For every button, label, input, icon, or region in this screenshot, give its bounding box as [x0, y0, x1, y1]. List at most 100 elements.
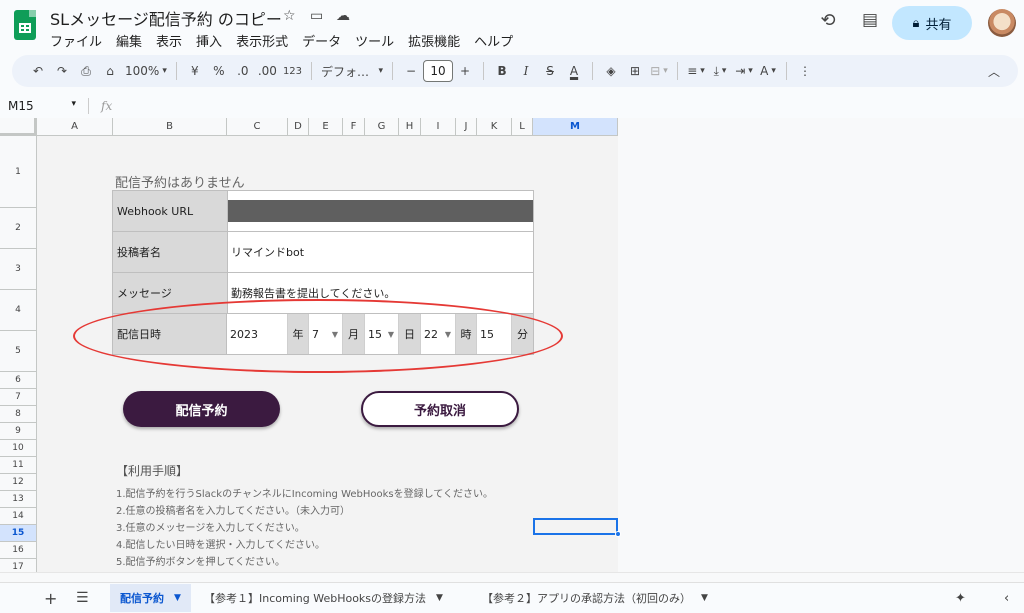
cell-reference: M15	[8, 99, 34, 113]
row-header-1[interactable]: 1	[0, 136, 37, 208]
menu-file[interactable]: ファイル	[50, 31, 102, 50]
column-header-m[interactable]: M	[533, 118, 618, 136]
column-header-a[interactable]: A	[37, 118, 113, 136]
menu-edit[interactable]: 編集	[116, 31, 142, 50]
reserve-button[interactable]: 配信予約	[123, 391, 280, 427]
row-header-13[interactable]: 13	[0, 491, 37, 508]
redo-icon[interactable]: ↷	[50, 59, 74, 83]
borders-icon[interactable]: ⊞	[623, 59, 647, 83]
paint-format-icon[interactable]: ⌂	[98, 59, 122, 83]
more-options-icon[interactable]: ⋮	[793, 59, 817, 83]
italic-button[interactable]: I	[514, 59, 538, 83]
row-header-3[interactable]: 3	[0, 249, 37, 290]
horizontal-scrollbar[interactable]	[0, 572, 1024, 582]
column-header-l[interactable]: L	[512, 118, 533, 136]
tab-reservation[interactable]: 配信予約 ▼	[110, 584, 191, 612]
text-rotation-icon[interactable]: A	[756, 59, 780, 83]
vertical-align-icon[interactable]: ⤓	[708, 59, 732, 83]
row-header-6[interactable]: 6	[0, 372, 37, 389]
share-button[interactable]: 🔒︎ 共有	[892, 6, 972, 40]
font-size-input[interactable]: 10	[423, 60, 454, 82]
fill-color-icon[interactable]: ◈	[599, 59, 623, 83]
row-header-11[interactable]: 11	[0, 457, 37, 474]
merge-cells-icon[interactable]: ⊟	[647, 59, 671, 83]
column-header-c[interactable]: C	[227, 118, 288, 136]
webhook-url-field[interactable]	[228, 200, 533, 222]
tab-reference-2[interactable]: 【参考２】アプリの承認方法（初回のみ） ▼	[472, 584, 718, 612]
explore-icon[interactable]: ✦	[955, 591, 966, 606]
decrease-decimal-button[interactable]: .0	[231, 59, 255, 83]
formula-input[interactable]	[112, 94, 1024, 118]
sheets-logo-icon[interactable]	[14, 10, 36, 40]
font-size-decrease-button[interactable]: −	[399, 59, 423, 83]
number-format-button[interactable]: 123	[280, 59, 305, 83]
text-color-button[interactable]: A	[562, 59, 586, 83]
menu-extensions[interactable]: 拡張機能	[408, 31, 460, 50]
column-header-i[interactable]: I	[421, 118, 456, 136]
instruction-step: 4.配信したい日時を選択・入力してください。	[116, 540, 325, 551]
name-box[interactable]: M15 ▾	[0, 99, 82, 113]
column-header-g[interactable]: G	[365, 118, 399, 136]
menu-insert[interactable]: 挿入	[196, 31, 222, 50]
selected-cell-m15[interactable]	[533, 518, 618, 535]
avatar[interactable]	[988, 9, 1016, 37]
divider	[392, 62, 394, 80]
row-header-15[interactable]: 15	[0, 525, 37, 542]
poster-label: 投稿者名	[113, 232, 228, 272]
currency-format-button[interactable]: ¥	[183, 59, 207, 83]
column-header-b[interactable]: B	[113, 118, 227, 136]
row-header-16[interactable]: 16	[0, 542, 37, 559]
select-all-corner[interactable]	[0, 118, 37, 136]
print-icon[interactable]: ⎙	[74, 59, 98, 83]
lock-icon: 🔒︎	[912, 15, 920, 31]
menu-help[interactable]: ヘルプ	[474, 31, 513, 50]
row-header-14[interactable]: 14	[0, 508, 37, 525]
divider	[483, 62, 485, 80]
menu-data[interactable]: データ	[302, 31, 341, 50]
move-folder-icon[interactable]: ▭	[310, 8, 323, 24]
fill-handle[interactable]	[615, 531, 621, 537]
menu-format[interactable]: 表示形式	[236, 31, 288, 50]
spreadsheet-grid[interactable]: A B C D E F G H I J K L M 1 2 3 4 5 6 7 …	[0, 118, 1024, 582]
row-header-7[interactable]: 7	[0, 389, 37, 406]
row-header-2[interactable]: 2	[0, 208, 37, 249]
row-header-10[interactable]: 10	[0, 440, 37, 457]
column-header-e[interactable]: E	[309, 118, 343, 136]
row-header-8[interactable]: 8	[0, 406, 37, 423]
share-label: 共有	[925, 17, 952, 33]
row-header-12[interactable]: 12	[0, 474, 37, 491]
column-header-f[interactable]: F	[343, 118, 365, 136]
increase-decimal-button[interactable]: .00	[255, 59, 280, 83]
undo-icon[interactable]: ↶	[26, 59, 50, 83]
tab-reference-1[interactable]: 【参考１】Incoming WebHooksの登録方法 ▼	[194, 584, 453, 612]
cloud-saved-icon[interactable]: ☁	[336, 8, 350, 24]
zoom-select[interactable]: 100%	[122, 59, 170, 83]
row-header-9[interactable]: 9	[0, 423, 37, 440]
chevron-left-icon[interactable]: ‹	[1004, 591, 1009, 606]
column-header-k[interactable]: K	[477, 118, 512, 136]
all-sheets-icon[interactable]: ☰	[76, 590, 89, 606]
menu-tools[interactable]: ツール	[355, 31, 394, 50]
cancel-reservation-button[interactable]: 予約取消	[361, 391, 519, 427]
text-wrap-icon[interactable]: ⇥	[732, 59, 756, 83]
bold-button[interactable]: B	[490, 59, 514, 83]
percent-format-button[interactable]: %	[207, 59, 231, 83]
horizontal-align-icon[interactable]: ≡	[684, 59, 708, 83]
menu-view[interactable]: 表示	[156, 31, 182, 50]
strikethrough-button[interactable]: S	[538, 59, 562, 83]
font-size-increase-button[interactable]: +	[453, 59, 477, 83]
add-sheet-icon[interactable]: +	[44, 589, 57, 608]
column-header-j[interactable]: J	[456, 118, 477, 136]
column-header-h[interactable]: H	[399, 118, 421, 136]
column-header-d[interactable]: D	[288, 118, 309, 136]
version-history-icon[interactable]: ⟲	[816, 10, 840, 34]
poster-name-field[interactable]: リマインドbot	[228, 232, 533, 272]
webhook-cell[interactable]	[228, 191, 533, 231]
row-header-4[interactable]: 4	[0, 290, 37, 331]
document-title[interactable]: SLメッセージ配信予約 のコピー	[50, 6, 282, 30]
star-icon[interactable]: ☆	[283, 8, 296, 24]
collapse-toolbar-icon[interactable]: ︿	[982, 59, 1006, 83]
comments-icon[interactable]: ▤	[858, 10, 882, 34]
font-family-select[interactable]: デフォ…	[318, 59, 386, 83]
row-header-5[interactable]: 5	[0, 331, 37, 372]
